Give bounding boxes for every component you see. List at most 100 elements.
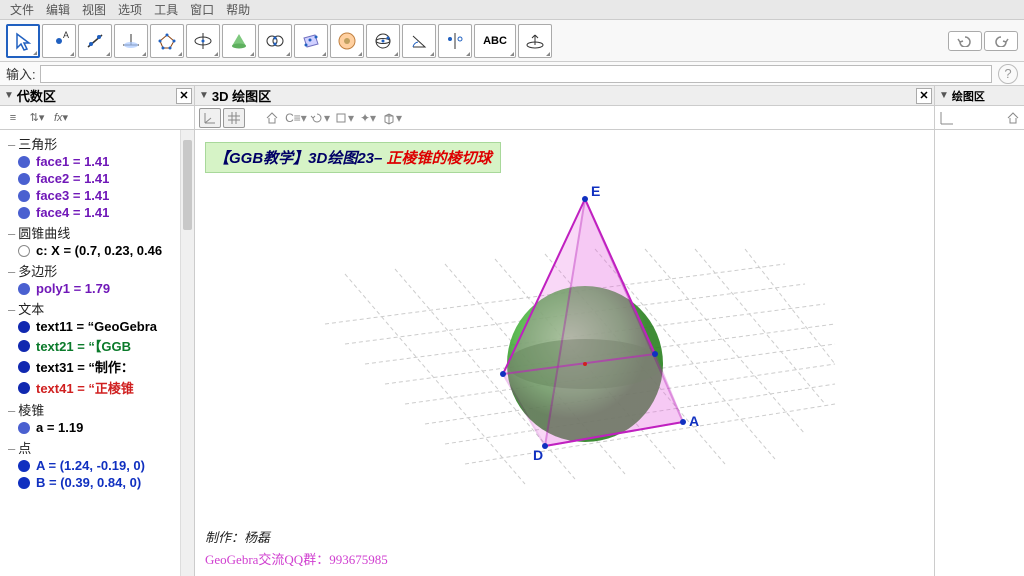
menu-帮助[interactable]: 帮助 [220,1,256,18]
cube-icon[interactable]: ▾ [381,108,403,128]
algebra-header[interactable]: ▼ 代数区 ✕ [0,86,194,106]
tool-plane[interactable] [294,24,328,58]
menu-编辑[interactable]: 编辑 [40,1,76,18]
sort-icon[interactable]: ⇅▾ [28,110,46,126]
visibility-dot[interactable] [18,173,30,185]
geometry-figure: E A D [285,144,845,524]
visibility-dot[interactable] [18,477,30,489]
visibility-dot[interactable] [18,422,30,434]
alg-item[interactable]: face3 = 1.41 [0,187,194,204]
alg-item[interactable]: text31 = “制作： [0,356,194,377]
alg-group[interactable]: 点 [0,438,194,457]
redo-button[interactable] [984,31,1018,51]
grid-icon[interactable] [223,108,245,128]
fx-icon[interactable]: fx▾ [52,110,70,126]
tool-sphere[interactable] [366,24,400,58]
alg-item[interactable]: c: X = (0.7, 0.23, 0.46 [0,242,194,259]
view3d-header[interactable]: ▼ 3D 绘图区 ✕ [195,86,934,106]
alg-item[interactable]: face2 = 1.41 [0,170,194,187]
alg-item[interactable]: text21 = “【GGB [0,335,194,356]
algebra-content: 三角形face1 = 1.41 face2 = 1.41 face3 = 1.41 f… [0,130,194,576]
graphics-header[interactable]: ▼ 绘图区 [935,86,1024,106]
collapse-icon: ▼ [4,90,14,101]
menu-视图[interactable]: 视图 [76,1,112,18]
menu-选项[interactable]: 选项 [112,1,148,18]
tool-intersect[interactable] [258,24,292,58]
alg-item-text: text31 = “制作： [36,357,134,376]
alg-item-text: A = (1.24, -0.19, 0) [36,458,145,473]
canvas-3d[interactable]: 【GGB教学】3D绘图23– 正棱锥的棱切球 [195,130,934,576]
alg-group[interactable]: 棱锥 [0,400,194,419]
alg-group[interactable]: 多边形 [0,261,194,280]
alg-item-text: face3 = 1.41 [36,188,109,203]
input-label: 输入: [6,64,36,83]
tool-reflect[interactable] [438,24,472,58]
toolbar-right [948,31,1018,51]
algebra-toolbar: ≡ ⇅▾ fx▾ [0,106,194,130]
visibility-dot[interactable] [18,340,30,352]
alg-item[interactable]: face4 = 1.41 [0,204,194,221]
visibility-dot[interactable] [18,321,30,333]
collapse-icon: ▼ [939,90,949,101]
axes-icon[interactable] [199,108,221,128]
undo-button[interactable] [948,31,982,51]
author-text: 制作：杨磊 [205,527,270,546]
tool-line[interactable] [78,24,112,58]
alg-item-text: face2 = 1.41 [36,171,109,186]
scrollbar[interactable] [180,130,194,576]
alg-item-text: face1 = 1.41 [36,154,109,169]
alg-item[interactable]: A = (1.24, -0.19, 0) [0,457,194,474]
tool-angle[interactable] [402,24,436,58]
point-label-E: E [591,183,600,199]
tool-point[interactable]: A [42,24,76,58]
alg-item-text: text11 = “GeoGebra [36,319,157,334]
visibility-dot[interactable] [18,283,30,295]
home2d-icon[interactable] [1006,111,1020,125]
alg-item[interactable]: a = 1.19 [0,419,194,436]
rotate-icon[interactable]: ▾ [309,108,331,128]
visibility-dot[interactable] [18,245,30,257]
alg-item[interactable]: text11 = “GeoGebra [0,318,194,335]
close-icon[interactable]: ✕ [176,88,192,104]
tool-rotate-view[interactable] [518,24,552,58]
home-icon[interactable] [261,108,283,128]
tool-polygon[interactable] [150,24,184,58]
menu-文件[interactable]: 文件 [4,1,40,18]
alg-item-text: c: X = (0.7, 0.23, 0.46 [36,243,162,258]
alg-group[interactable]: 文本 [0,299,194,318]
alg-group[interactable]: 圆锥曲线 [0,223,194,242]
visibility-dot[interactable] [18,207,30,219]
light-icon[interactable]: ✦▾ [357,108,379,128]
alg-item-text: text21 = “【GGB [36,336,131,355]
tool-text[interactable]: ABC [474,24,516,58]
help-icon[interactable]: ? [998,64,1018,84]
alg-item[interactable]: poly1 = 1.79 [0,280,194,297]
scroll-thumb[interactable] [183,140,192,230]
visibility-dot[interactable] [18,460,30,472]
list-icon[interactable]: ≡ [4,110,22,126]
point-label-D: D [533,447,543,463]
tool-circle[interactable] [186,24,220,58]
menu-工具[interactable]: 工具 [148,1,184,18]
alg-group[interactable]: 三角形 [0,134,194,153]
alg-item-text: text41 = “正棱锥 [36,378,134,397]
tool-pyramid[interactable] [330,24,364,58]
capture-icon[interactable]: C≡▾ [285,108,307,128]
close-icon[interactable]: ✕ [916,88,932,104]
alg-item-text: face4 = 1.41 [36,205,109,220]
tool-move[interactable] [6,24,40,58]
visibility-dot[interactable] [18,190,30,202]
input-field[interactable] [40,65,992,83]
alg-item[interactable]: text41 = “正棱锥 [0,377,194,398]
tool-perp[interactable] [114,24,148,58]
axes2d-icon[interactable] [939,110,955,126]
visibility-dot[interactable] [18,382,30,394]
alg-item[interactable]: B = (0.39, 0.84, 0) [0,474,194,491]
view3d-panel: ▼ 3D 绘图区 ✕ C≡▾ ▾ ▾ ✦▾ ▾ 【GGB教学】3D绘图23– 正… [195,86,934,576]
box-icon[interactable]: ▾ [333,108,355,128]
tool-cone[interactable] [222,24,256,58]
visibility-dot[interactable] [18,156,30,168]
alg-item[interactable]: face1 = 1.41 [0,153,194,170]
menu-窗口[interactable]: 窗口 [184,1,220,18]
visibility-dot[interactable] [18,361,30,373]
